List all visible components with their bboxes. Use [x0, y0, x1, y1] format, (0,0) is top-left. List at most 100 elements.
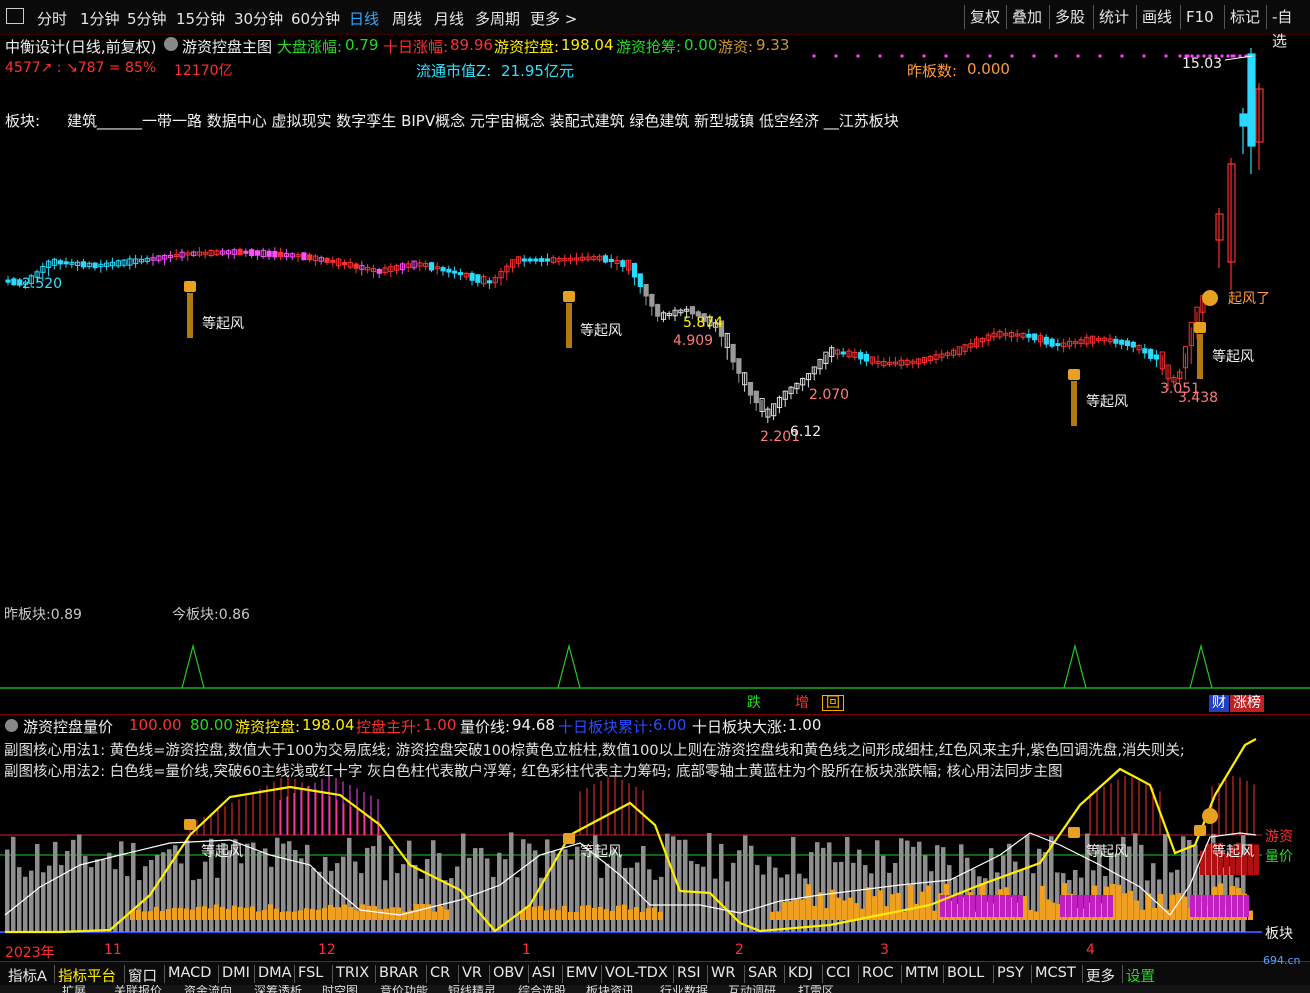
- indicator-tab[interactable]: VR: [462, 965, 482, 981]
- indicator-tab[interactable]: 指标平台: [58, 965, 116, 986]
- indicator-tab[interactable]: 窗口: [128, 965, 157, 986]
- bottom-tab[interactable]: 关联报价: [114, 985, 162, 993]
- indicator-tab[interactable]: 更多: [1086, 965, 1115, 986]
- indicator-tab[interactable]: OBV: [493, 965, 524, 981]
- indicator-tab[interactable]: ASI: [532, 965, 555, 981]
- main-bar: [866, 887, 871, 920]
- indicator-name[interactable]: 游资控盘量价: [23, 716, 113, 737]
- main-bar: [556, 910, 561, 920]
- indicator-tab[interactable]: 设置: [1126, 965, 1155, 986]
- toolbar-button[interactable]: F10: [1180, 5, 1219, 29]
- toolbar-button[interactable]: 多股: [1049, 5, 1090, 29]
- float-bar: [353, 861, 358, 932]
- float-bar: [749, 845, 754, 932]
- main-bar: [1128, 890, 1133, 920]
- period-tab[interactable]: 60分钟: [291, 8, 340, 29]
- period-tab[interactable]: 15分钟: [176, 8, 225, 29]
- event-tag[interactable]: 财: [1209, 695, 1229, 712]
- indicator-tab[interactable]: DMI: [222, 965, 250, 981]
- event-tag[interactable]: 跌: [744, 695, 764, 712]
- bottom-tab[interactable]: 综合选股: [518, 985, 566, 993]
- signal-dot: [1098, 54, 1102, 58]
- main-bar: [250, 906, 255, 920]
- indicator-tab[interactable]: KDJ: [788, 965, 813, 981]
- indicator-tab[interactable]: FSL: [298, 965, 323, 981]
- float-bar: [107, 852, 112, 932]
- float-bar: [743, 835, 748, 932]
- toolbar-button[interactable]: 画线: [1136, 5, 1177, 29]
- toolbar-button[interactable]: 复权: [964, 5, 1005, 29]
- main-bar: [598, 906, 603, 920]
- period-tab[interactable]: 30分钟: [234, 8, 283, 29]
- indicator-tab[interactable]: CCI: [826, 965, 851, 981]
- candle-body: [5, 279, 11, 283]
- candle-body: [254, 250, 261, 256]
- period-tab[interactable]: 分时: [37, 8, 67, 29]
- price-line-value: 94.68: [512, 716, 555, 734]
- board-spike: [557, 643, 581, 689]
- bottom-tab[interactable]: 打雷区: [798, 985, 834, 993]
- tab-divider: [426, 965, 427, 983]
- float-bar: [713, 878, 718, 932]
- period-tab[interactable]: 1分钟: [80, 8, 120, 29]
- period-tab[interactable]: 月线: [434, 8, 464, 29]
- bottom-tab[interactable]: 扩展: [62, 985, 86, 993]
- wash-bar: [1244, 895, 1249, 917]
- period-tab[interactable]: 5分钟: [127, 8, 167, 29]
- event-tag[interactable]: 增: [792, 695, 812, 712]
- indicator-tab[interactable]: TRIX: [336, 965, 369, 981]
- indicator-tab[interactable]: BRAR: [379, 965, 418, 981]
- period-tab[interactable]: 多周期: [475, 8, 520, 29]
- indicator-tab[interactable]: BOLL: [947, 965, 984, 981]
- toolbar-button[interactable]: -自选: [1266, 5, 1310, 50]
- main-bar: [1176, 893, 1181, 920]
- bottom-tab[interactable]: 互动调研: [728, 985, 776, 993]
- indicator-tab[interactable]: PSY: [997, 965, 1024, 981]
- indicator-tab[interactable]: MTM: [905, 965, 939, 981]
- indicator-tab[interactable]: CR: [430, 965, 450, 981]
- toolbar-button[interactable]: 叠加: [1006, 5, 1047, 29]
- chart-name[interactable]: 游资控盘主图: [182, 36, 272, 57]
- candle-body: [237, 248, 243, 256]
- toolbar-button[interactable]: 统计: [1093, 5, 1134, 29]
- period-tab[interactable]: 日线: [349, 8, 379, 29]
- main-bar: [580, 905, 585, 920]
- indicator-tab[interactable]: SAR: [748, 965, 777, 981]
- toolbar-button[interactable]: 标记: [1224, 5, 1265, 29]
- indicator-tab[interactable]: RSI: [677, 965, 701, 981]
- candle-body: [539, 258, 545, 262]
- stock-title[interactable]: 中衡设计(日线,前复权): [5, 36, 156, 57]
- event-tag[interactable]: 回: [822, 695, 844, 711]
- period-tab[interactable]: 周线: [392, 8, 422, 29]
- tab-divider: [164, 965, 165, 983]
- bottom-tab[interactable]: 时空图: [322, 985, 358, 993]
- sidebar-toggle-icon[interactable]: [6, 8, 24, 24]
- bottom-tab[interactable]: 竞价功能: [380, 985, 428, 993]
- indicator-menu-icon[interactable]: [5, 719, 18, 732]
- price-label: 4.909: [673, 333, 714, 349]
- lamp-pole: [187, 293, 193, 338]
- indicator-tab[interactable]: ROC: [862, 965, 894, 981]
- main-bar: [1182, 896, 1187, 920]
- market-change-value: 0.79: [345, 36, 379, 54]
- bottom-tab[interactable]: 行业数据: [660, 985, 708, 993]
- period-tab[interactable]: 更多 >: [530, 8, 577, 29]
- indicator-tab[interactable]: 指标A: [8, 965, 47, 986]
- indicator-tab-bar: 指标A 指标平台 窗口 MACD DMI DMA FSL TRIX BRAR CR VR OBV ASI…: [0, 961, 1310, 986]
- indicator-tab[interactable]: VOL-TDX: [605, 965, 668, 981]
- indicator-tab[interactable]: WR: [711, 965, 735, 981]
- bottom-tab[interactable]: 资金流向: [184, 985, 232, 993]
- candle-body: [643, 284, 649, 297]
- chart-menu-icon[interactable]: [164, 37, 178, 51]
- indicator-tab[interactable]: EMV: [566, 965, 598, 981]
- bottom-tab[interactable]: 深筹透析: [254, 985, 302, 993]
- bottom-tab[interactable]: 短线精灵: [448, 985, 496, 993]
- price-label: 3.438: [1178, 390, 1219, 406]
- main-bar: [160, 911, 165, 920]
- indicator-tab[interactable]: DMA: [258, 965, 292, 981]
- event-tag[interactable]: 涨榜: [1230, 695, 1264, 712]
- wash-bar: [1232, 895, 1237, 917]
- indicator-tab[interactable]: MCST: [1035, 965, 1076, 981]
- indicator-tab[interactable]: MACD: [168, 965, 211, 981]
- bottom-tab[interactable]: 板块资讯: [586, 985, 634, 993]
